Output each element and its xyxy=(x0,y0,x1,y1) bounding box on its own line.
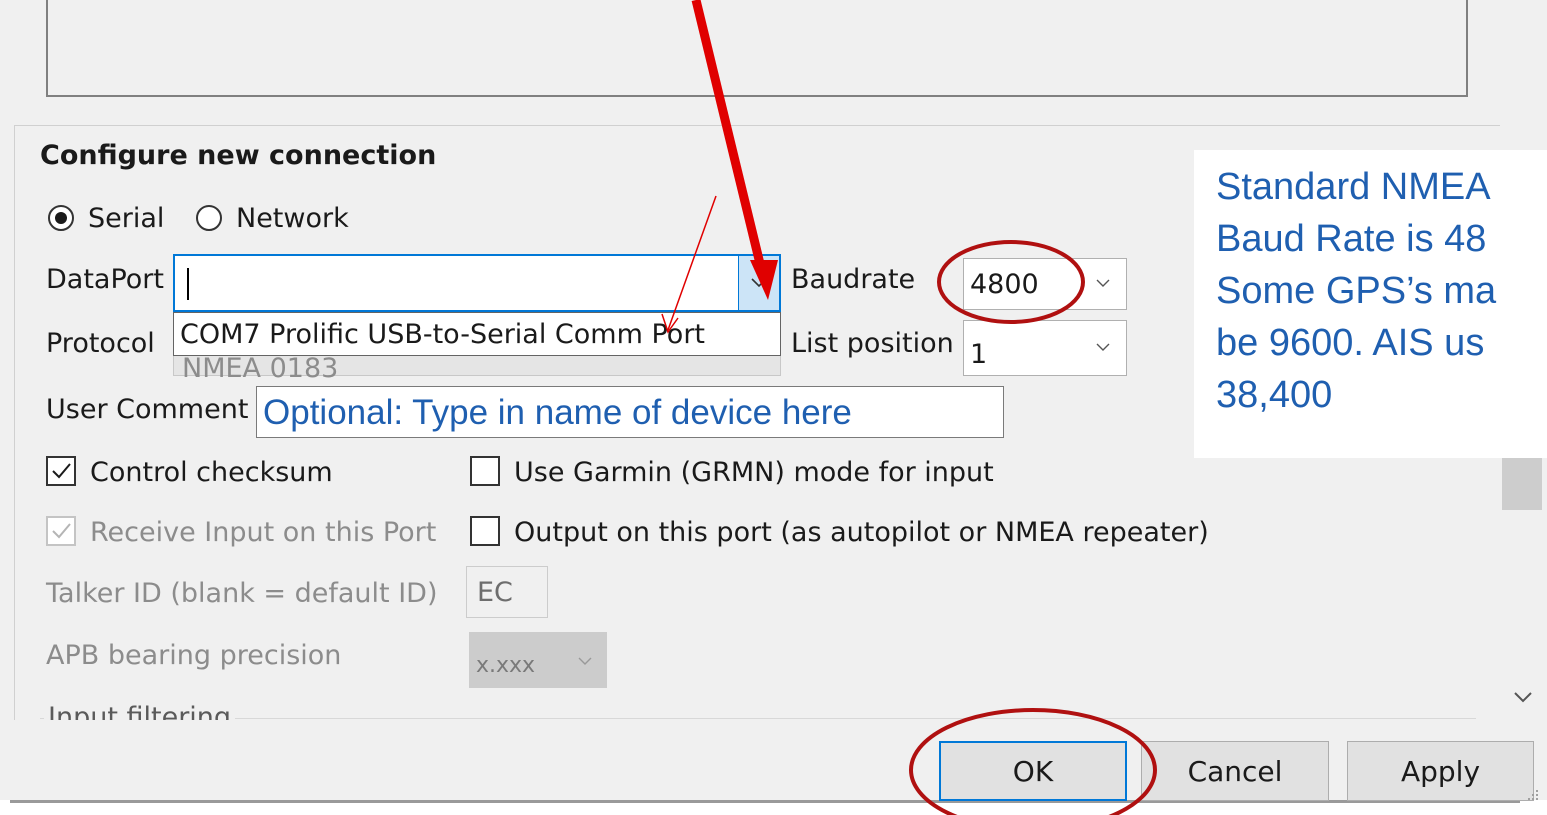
annotation-overlay xyxy=(661,0,1157,815)
red-arrow-thick xyxy=(691,0,778,300)
red-arrow-thin xyxy=(661,195,717,334)
ok-highlight-circle xyxy=(909,708,1157,815)
baudrate-highlight-circle xyxy=(937,240,1085,324)
